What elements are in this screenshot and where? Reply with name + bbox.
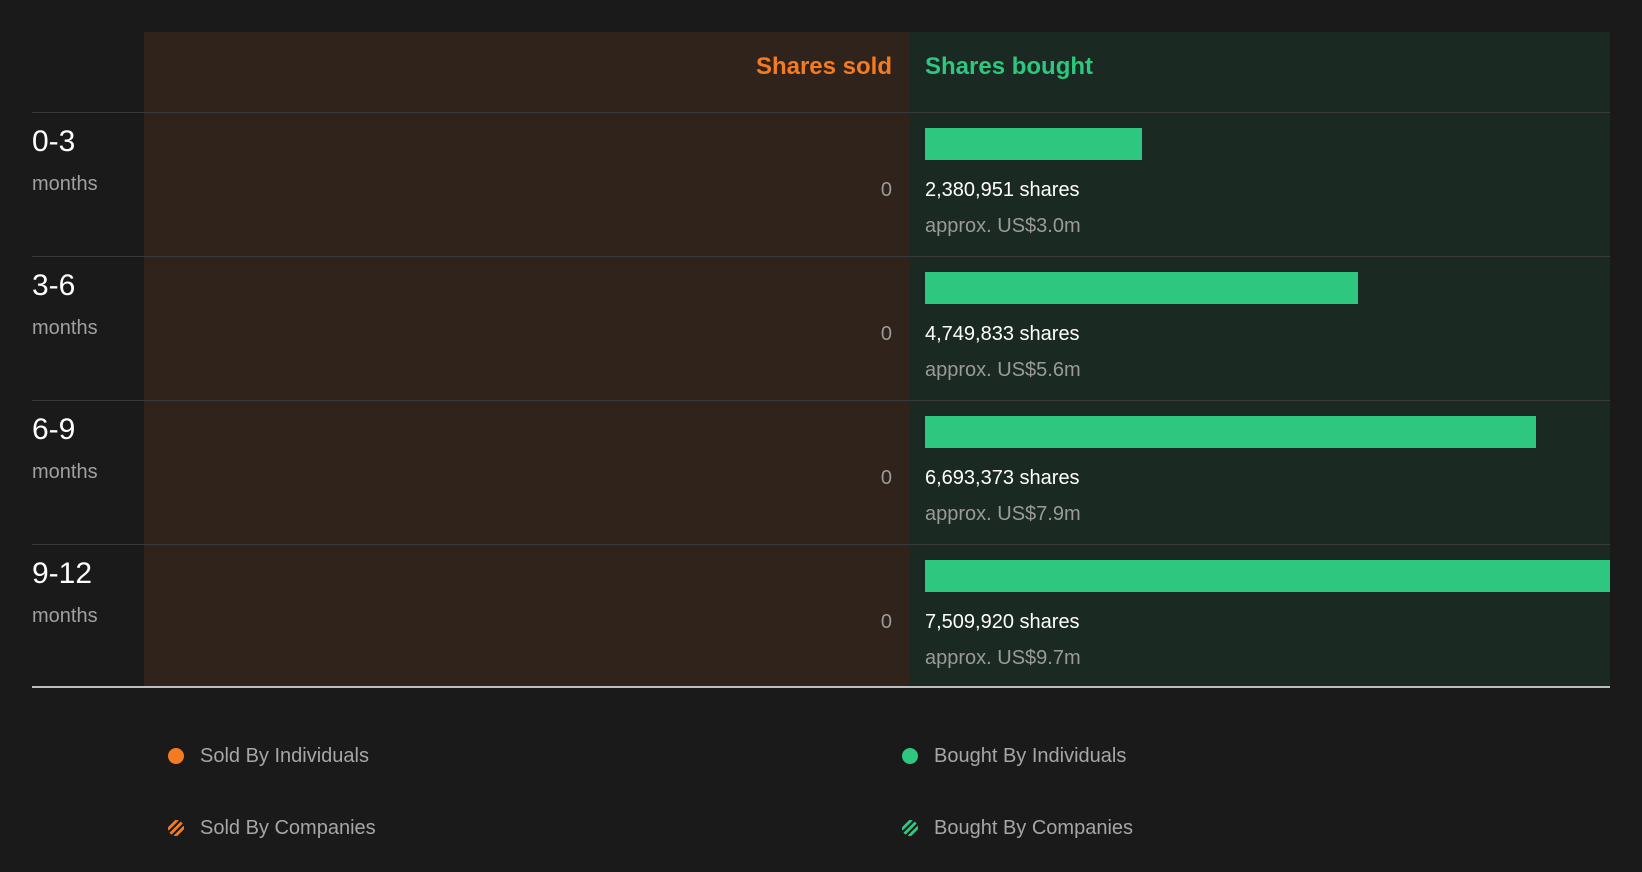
- bought-shares-label: 6,693,373 shares: [925, 467, 1080, 489]
- sold-companies-striped-dot-icon: [168, 820, 184, 836]
- period-row: 3-6 months 0 4,749,833 shares approx. US…: [0, 257, 1642, 401]
- legend-label: Bought By Individuals: [934, 744, 1127, 767]
- legend-sold-individuals: Sold By Individuals: [168, 741, 369, 771]
- legend-sold-companies: Sold By Companies: [168, 813, 376, 843]
- legend-label: Bought By Companies: [934, 816, 1134, 839]
- period-row: 0-3 months 0 2,380,951 shares approx. US…: [0, 113, 1642, 257]
- period-unit-label: months: [32, 317, 98, 339]
- bought-bar: [925, 416, 1536, 448]
- shares-bought-header: Shares bought: [925, 53, 1094, 80]
- period-label: 9-12: [32, 557, 93, 590]
- period-unit-label: months: [32, 461, 98, 483]
- bought-value-approx: approx. US$9.7m: [925, 647, 1081, 669]
- bought-shares-label: 7,509,920 shares: [925, 611, 1080, 633]
- period-row: 6-9 months 0 6,693,373 shares approx. US…: [0, 401, 1642, 545]
- bought-value-approx: approx. US$5.6m: [925, 359, 1081, 381]
- legend-label: Sold By Companies: [200, 816, 376, 839]
- period-unit-label: months: [32, 605, 98, 627]
- legend-label: Sold By Individuals: [200, 744, 369, 767]
- sold-individuals-dot-icon: [168, 748, 184, 764]
- period-label: 0-3: [32, 125, 76, 158]
- bought-companies-striped-dot-icon: [902, 820, 918, 836]
- legend-bought-individuals: Bought By Individuals: [902, 741, 1126, 771]
- bought-shares-label: 4,749,833 shares: [925, 323, 1080, 345]
- bought-shares-label: 2,380,951 shares: [925, 179, 1080, 201]
- sold-value-label: 0: [880, 179, 892, 201]
- sold-value-label: 0: [880, 611, 892, 633]
- bought-bar: [925, 560, 1610, 592]
- bought-bar: [925, 128, 1142, 160]
- bought-value-approx: approx. US$3.0m: [925, 215, 1081, 237]
- shares-sold-header: Shares sold: [755, 53, 892, 80]
- period-label: 3-6: [32, 269, 76, 302]
- bought-bar: [925, 272, 1358, 304]
- period-label: 6-9: [32, 413, 76, 446]
- bought-value-approx: approx. US$7.9m: [925, 503, 1081, 525]
- bought-individuals-dot-icon: [902, 748, 918, 764]
- legend-bought-companies: Bought By Companies: [902, 813, 1133, 843]
- period-row: 9-12 months 0 7,509,920 shares approx. U…: [0, 545, 1642, 689]
- sold-value-label: 0: [880, 467, 892, 489]
- sold-value-label: 0: [880, 323, 892, 345]
- period-unit-label: months: [32, 173, 98, 195]
